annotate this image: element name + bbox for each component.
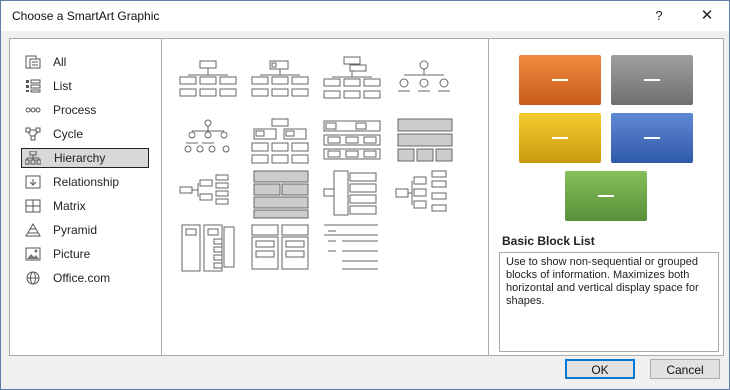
relationship-icon	[25, 175, 41, 189]
layout-thumbnail[interactable]	[250, 223, 310, 273]
category-office-com[interactable]: Office.com	[21, 268, 149, 288]
category-label: Cycle	[53, 127, 84, 141]
title-bar: Choose a SmartArt Graphic ? ✕	[1, 1, 729, 31]
preview-block	[519, 113, 601, 163]
category-relationship[interactable]: Relationship	[21, 172, 149, 192]
layout-thumbnail[interactable]	[178, 55, 238, 105]
category-list-item[interactable]: List	[21, 76, 149, 96]
help-button[interactable]: ?	[647, 5, 671, 27]
cancel-button[interactable]: Cancel	[650, 359, 720, 379]
preview-description: Use to show non-sequential or grouped bl…	[506, 256, 699, 307]
preview-block	[519, 55, 601, 105]
category-cycle[interactable]: Cycle	[21, 124, 149, 144]
category-all[interactable]: All	[21, 52, 149, 72]
layout-thumbnail[interactable]	[322, 223, 382, 273]
layout-thumbnail[interactable]	[394, 55, 454, 105]
pyramid-icon	[25, 223, 41, 237]
category-label: Picture	[53, 247, 91, 261]
category-pyramid[interactable]: Pyramid	[21, 220, 149, 240]
picture-icon	[25, 247, 41, 261]
content-panes: All List Process Cycle Hierarchy Relatio…	[9, 38, 724, 356]
globe-icon	[26, 271, 40, 285]
cycle-icon	[25, 127, 41, 141]
description-box: Use to show non-sequential or grouped bl…	[499, 252, 719, 352]
layout-thumbnail[interactable]	[250, 169, 310, 219]
layout-thumbnail[interactable]	[394, 169, 454, 219]
category-process[interactable]: Process	[21, 100, 149, 120]
list-icon	[26, 79, 41, 93]
layout-thumbnail[interactable]	[322, 169, 382, 219]
layout-thumbnail[interactable]	[178, 117, 238, 167]
category-hierarchy[interactable]: Hierarchy	[21, 148, 149, 168]
category-label: Process	[53, 103, 97, 117]
preview-pane: Basic Block List Use to show non-sequent…	[490, 39, 723, 355]
hierarchy-icon	[25, 151, 41, 165]
dialog-title: Choose a SmartArt Graphic	[12, 9, 160, 23]
category-label: All	[53, 55, 67, 69]
close-button[interactable]: ✕	[693, 5, 721, 27]
category-label: List	[53, 79, 72, 93]
ok-button[interactable]: OK	[565, 359, 635, 379]
layout-gallery	[162, 39, 489, 355]
layout-thumbnail[interactable]	[322, 117, 382, 167]
smartart-dialog: Choose a SmartArt Graphic ? ✕ All List P…	[0, 0, 730, 390]
layout-thumbnail[interactable]	[394, 117, 454, 167]
process-icon	[25, 107, 41, 113]
layout-thumbnail[interactable]	[322, 55, 382, 105]
matrix-icon	[25, 199, 41, 213]
layout-thumbnail[interactable]	[250, 55, 310, 105]
category-label: Office.com	[53, 271, 111, 285]
layout-thumbnail[interactable]	[178, 223, 238, 273]
category-picture[interactable]: Picture	[21, 244, 149, 264]
category-matrix[interactable]: Matrix	[21, 196, 149, 216]
layout-thumbnail[interactable]	[178, 169, 238, 219]
category-label: Matrix	[53, 199, 86, 213]
preview-title: Basic Block List	[502, 234, 595, 248]
all-icon	[25, 55, 41, 69]
preview-block	[611, 55, 693, 105]
category-label: Relationship	[53, 175, 120, 189]
preview-block	[611, 113, 693, 163]
layout-thumbnail[interactable]	[250, 117, 310, 167]
category-label: Pyramid	[53, 223, 98, 237]
category-label: Hierarchy	[54, 151, 106, 165]
category-list: All List Process Cycle Hierarchy Relatio…	[10, 39, 162, 355]
preview-block	[565, 171, 647, 221]
